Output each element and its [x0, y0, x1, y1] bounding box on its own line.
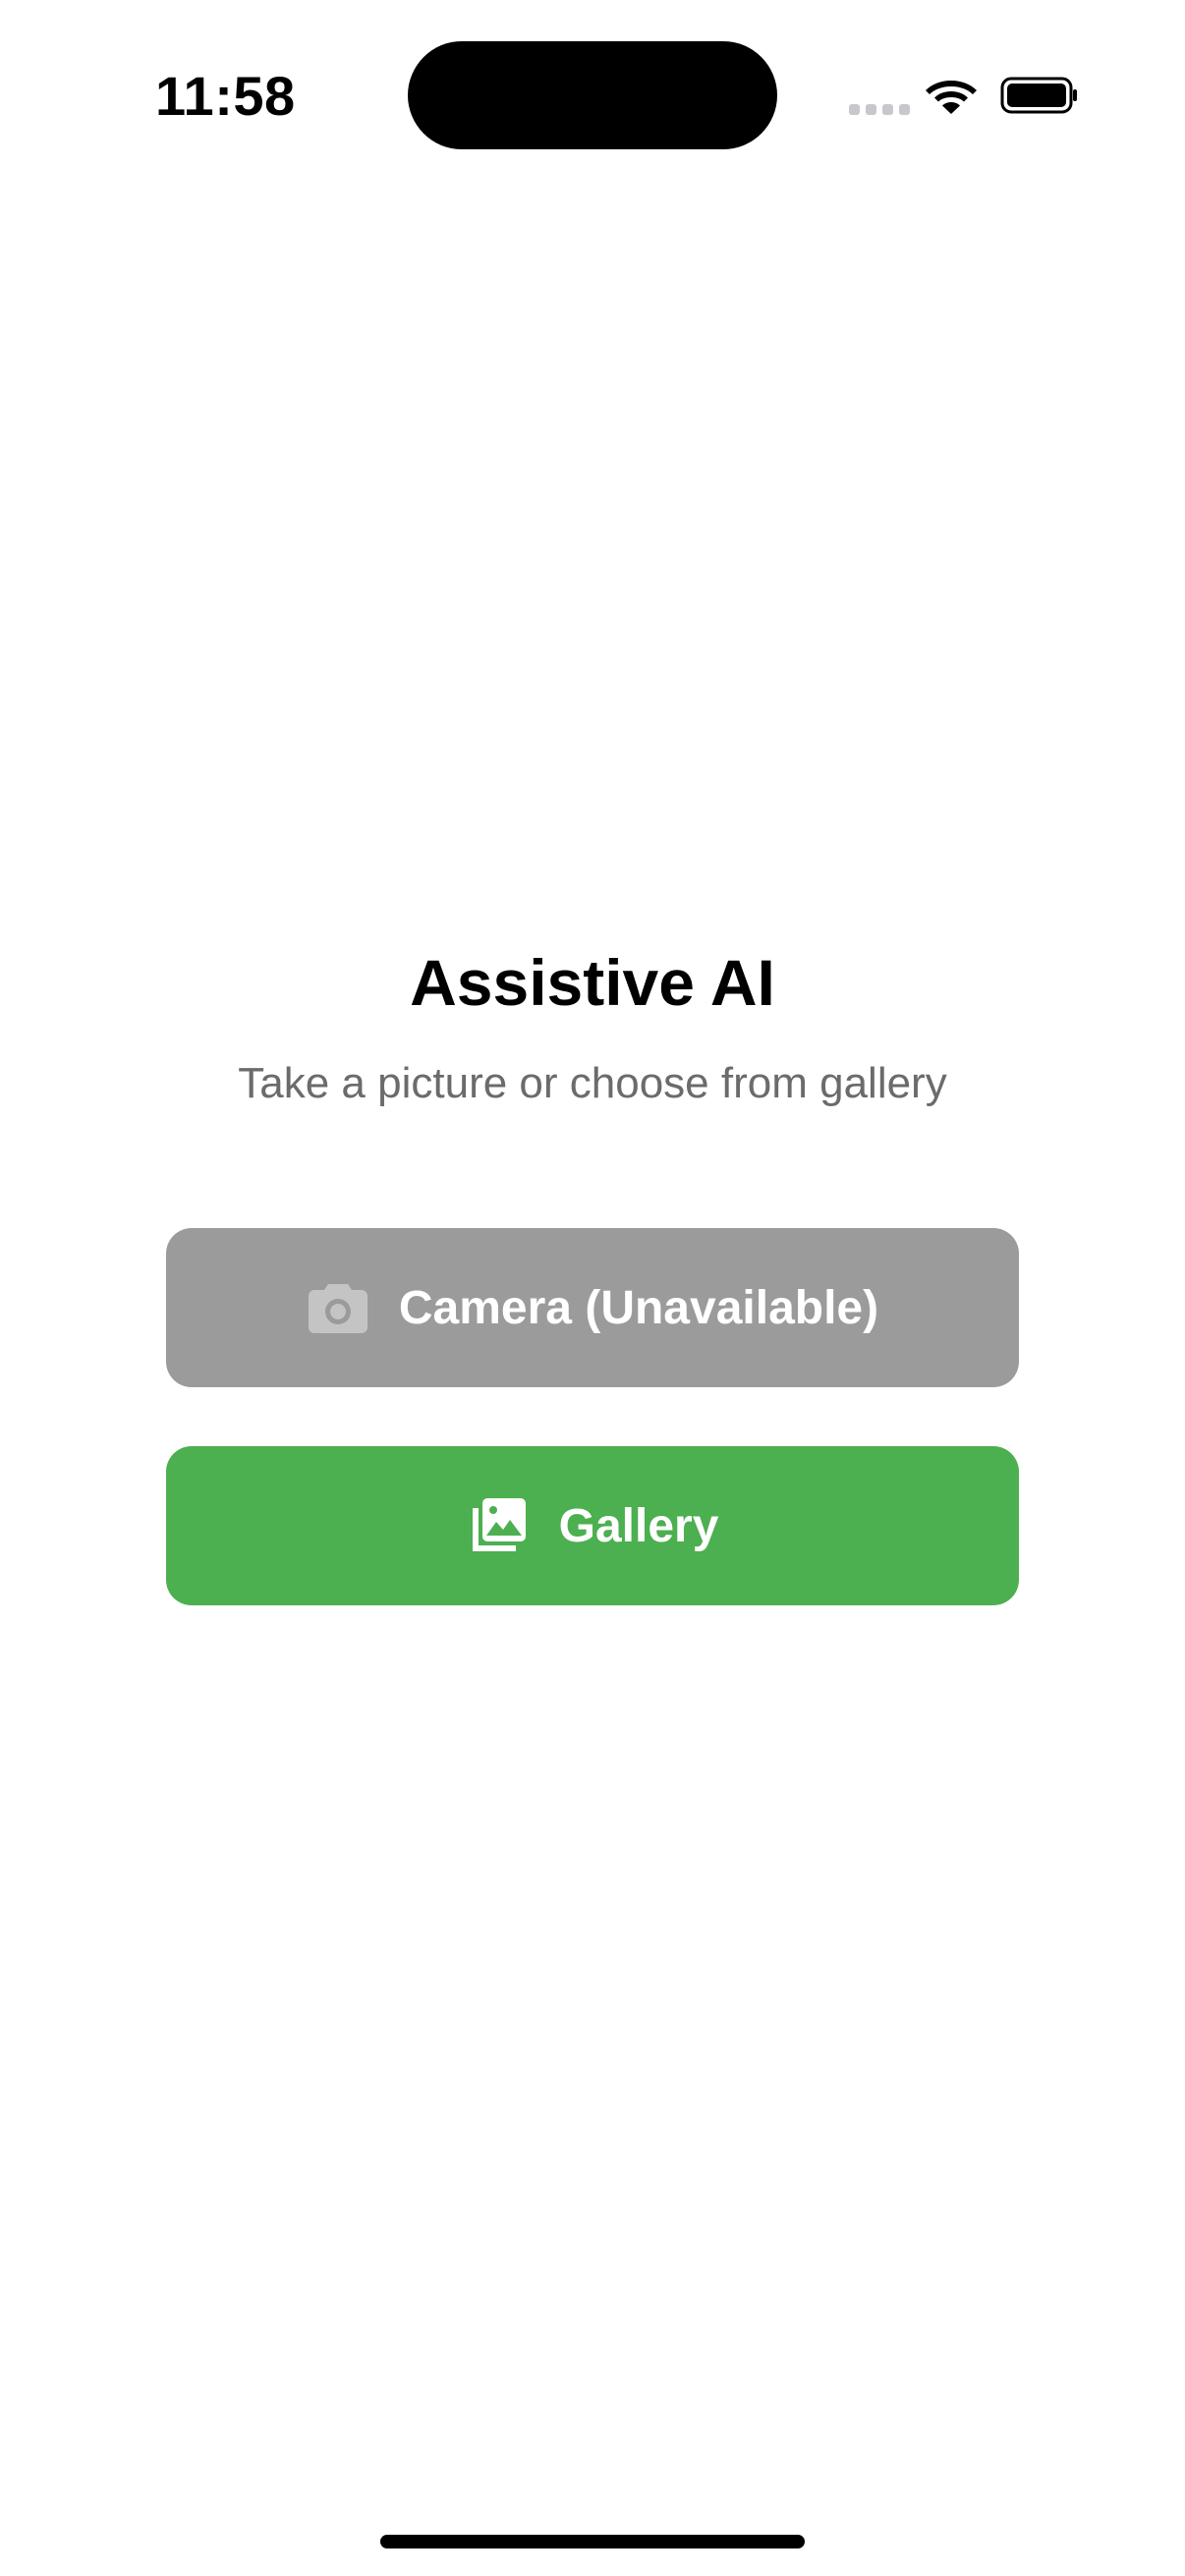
gallery-button-label: Gallery	[558, 1499, 719, 1552]
gallery-button[interactable]: Gallery	[166, 1446, 1019, 1605]
app-screen: 11:58 Assistive AI Take a picture or cho…	[0, 0, 1185, 2576]
battery-icon	[1000, 77, 1077, 114]
home-indicator[interactable]	[380, 2535, 805, 2548]
cellular-signal-icon	[849, 104, 910, 115]
status-time: 11:58	[155, 65, 296, 127]
camera-button[interactable]: Camera (Unavailable)	[166, 1228, 1019, 1387]
camera-icon	[307, 1280, 369, 1335]
page-title: Assistive AI	[410, 946, 775, 1019]
camera-button-label: Camera (Unavailable)	[398, 1281, 879, 1334]
dynamic-island	[408, 41, 777, 149]
page-subtitle: Take a picture or choose from gallery	[238, 1059, 947, 1107]
wifi-icon	[926, 81, 977, 114]
photo-library-icon	[467, 1494, 530, 1557]
